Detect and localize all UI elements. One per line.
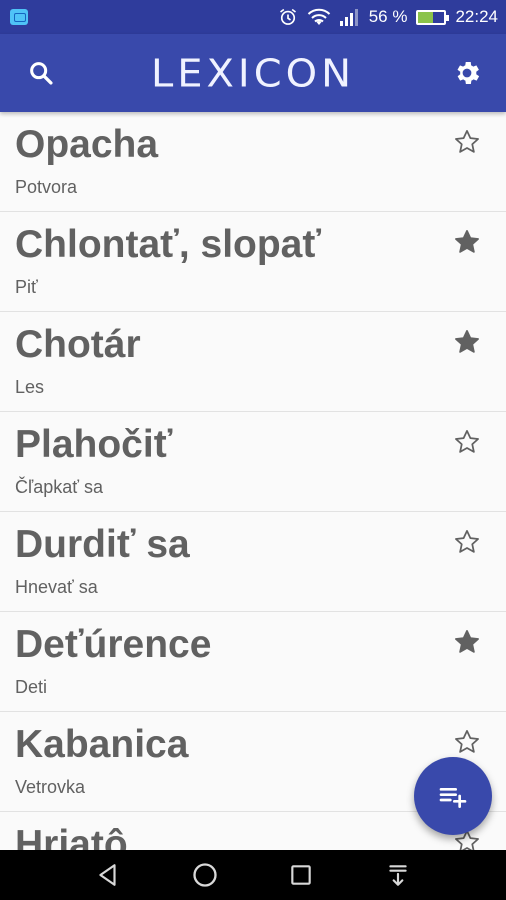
recents-icon [291, 865, 311, 885]
word-list[interactable]: Opacha Potvora Chlontať, slopať Piť Chotár Le… [0, 112, 506, 850]
notifications-pull-button[interactable] [378, 855, 418, 895]
back-icon [99, 864, 116, 886]
star-filled-icon[interactable] [452, 227, 482, 257]
notification-icon [10, 9, 28, 25]
alarm-icon [278, 7, 298, 27]
star-outline-icon[interactable] [452, 127, 482, 157]
word-title: Chotár [15, 323, 141, 366]
app-bar: LEXICON [0, 34, 506, 112]
battery-fill [418, 11, 433, 23]
playlist-add-icon [439, 788, 467, 808]
word-title: Opacha [15, 123, 159, 166]
back-button[interactable] [88, 855, 128, 895]
star-filled-icon[interactable] [452, 327, 482, 357]
word-translation: Čľapkať sa [15, 477, 104, 497]
word-list-item[interactable]: Plahočiť Čľapkať sa [0, 412, 506, 512]
search-button[interactable] [24, 56, 58, 90]
signal-icon [339, 8, 360, 26]
word-list-item[interactable]: Chotár Les [0, 312, 506, 412]
search-icon [30, 62, 53, 85]
recents-button[interactable] [281, 855, 321, 895]
star-outline-icon[interactable] [452, 527, 482, 557]
word-title: Deťúrence [15, 623, 212, 666]
status-time: 22:24 [455, 7, 498, 26]
add-word-button[interactable] [414, 757, 492, 835]
word-translation: Hnevať sa [15, 577, 98, 597]
star-filled-icon[interactable] [452, 627, 482, 657]
star-outline-icon[interactable] [452, 727, 482, 757]
word-list-item[interactable]: Chlontať, slopať Piť [0, 212, 506, 312]
home-icon [193, 863, 217, 887]
home-button[interactable] [185, 855, 225, 895]
word-title: Plahočiť [15, 423, 173, 466]
gear-icon [457, 62, 480, 84]
settings-button[interactable] [450, 56, 484, 90]
battery-percent: 56 % [368, 7, 408, 26]
word-list-item[interactable]: Deťúrence Deti [0, 612, 506, 712]
app-title: LEXICON [150, 52, 356, 96]
word-title: Durdiť sa [15, 523, 190, 566]
star-outline-icon[interactable] [452, 427, 482, 457]
word-title: Chlontať, slopať [15, 223, 322, 266]
battery-icon [416, 9, 450, 25]
word-title: Kabanica [15, 723, 189, 766]
word-translation: Potvora [15, 177, 78, 197]
word-title: Hriatô [15, 823, 128, 850]
word-list-item[interactable]: Opacha Potvora [0, 112, 506, 212]
word-list-item[interactable]: Durdiť sa Hnevať sa [0, 512, 506, 612]
word-translation: Les [15, 377, 45, 397]
navigation-bar [0, 850, 506, 900]
word-translation: Piť [15, 277, 38, 297]
status-bar: 56 % 22:24 [0, 0, 506, 34]
notifications-pull-icon [389, 865, 407, 886]
word-translation: Deti [15, 677, 48, 697]
wifi-icon [307, 7, 331, 27]
